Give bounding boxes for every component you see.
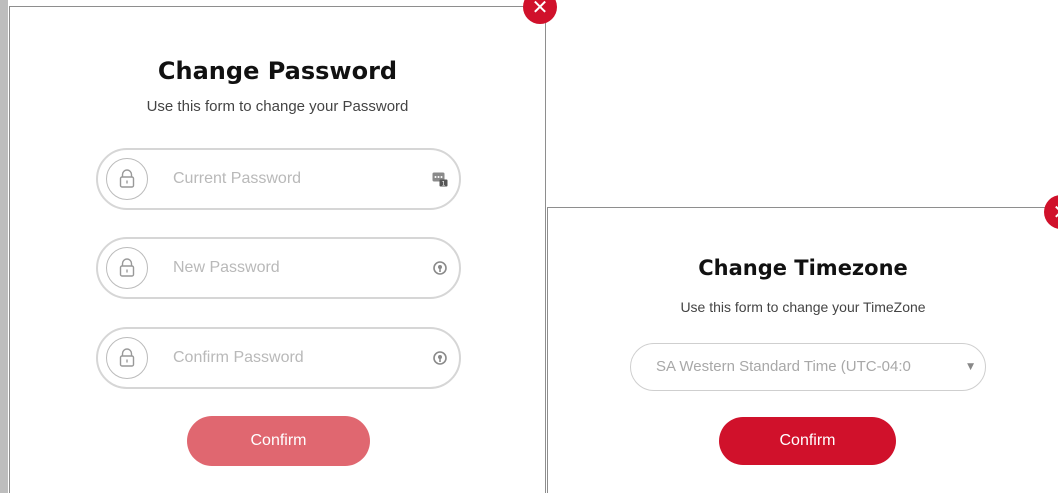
confirm-password-input[interactable] [173,329,413,387]
confirm-timezone-button[interactable]: Confirm [719,417,896,465]
confirm-password-field[interactable] [96,327,461,389]
change-timezone-subtitle: Use this form to change your TimeZone [680,299,926,315]
password-generator-icon[interactable] [431,349,449,367]
change-password-modal: Change Password Use this form to change … [9,6,546,493]
lock-icon [106,337,148,379]
change-timezone-modal: Change Timezone Use this form to change … [547,207,1058,493]
new-password-field[interactable] [96,237,461,299]
change-timezone-title: Change Timezone [698,256,908,280]
new-password-input[interactable] [173,239,413,297]
change-password-subtitle: Use this form to change your Password [146,98,409,115]
lock-icon [106,158,148,200]
password-generator-icon[interactable] [431,259,449,277]
backdrop [0,0,8,493]
confirm-password-button[interactable]: Confirm [187,416,370,466]
timezone-selected-value: SA Western Standard Time (UTC-04:0 [656,358,911,375]
password-manager-icon[interactable]: 1 [431,170,449,188]
svg-text:1: 1 [442,181,446,188]
chevron-down-icon: ▼ [967,362,974,372]
current-password-field[interactable]: 1 [96,148,461,210]
current-password-input[interactable] [173,150,413,208]
change-password-title: Change Password [157,57,398,85]
lock-icon [106,247,148,289]
timezone-select[interactable]: SA Western Standard Time (UTC-04:0 ▼ [630,343,986,391]
